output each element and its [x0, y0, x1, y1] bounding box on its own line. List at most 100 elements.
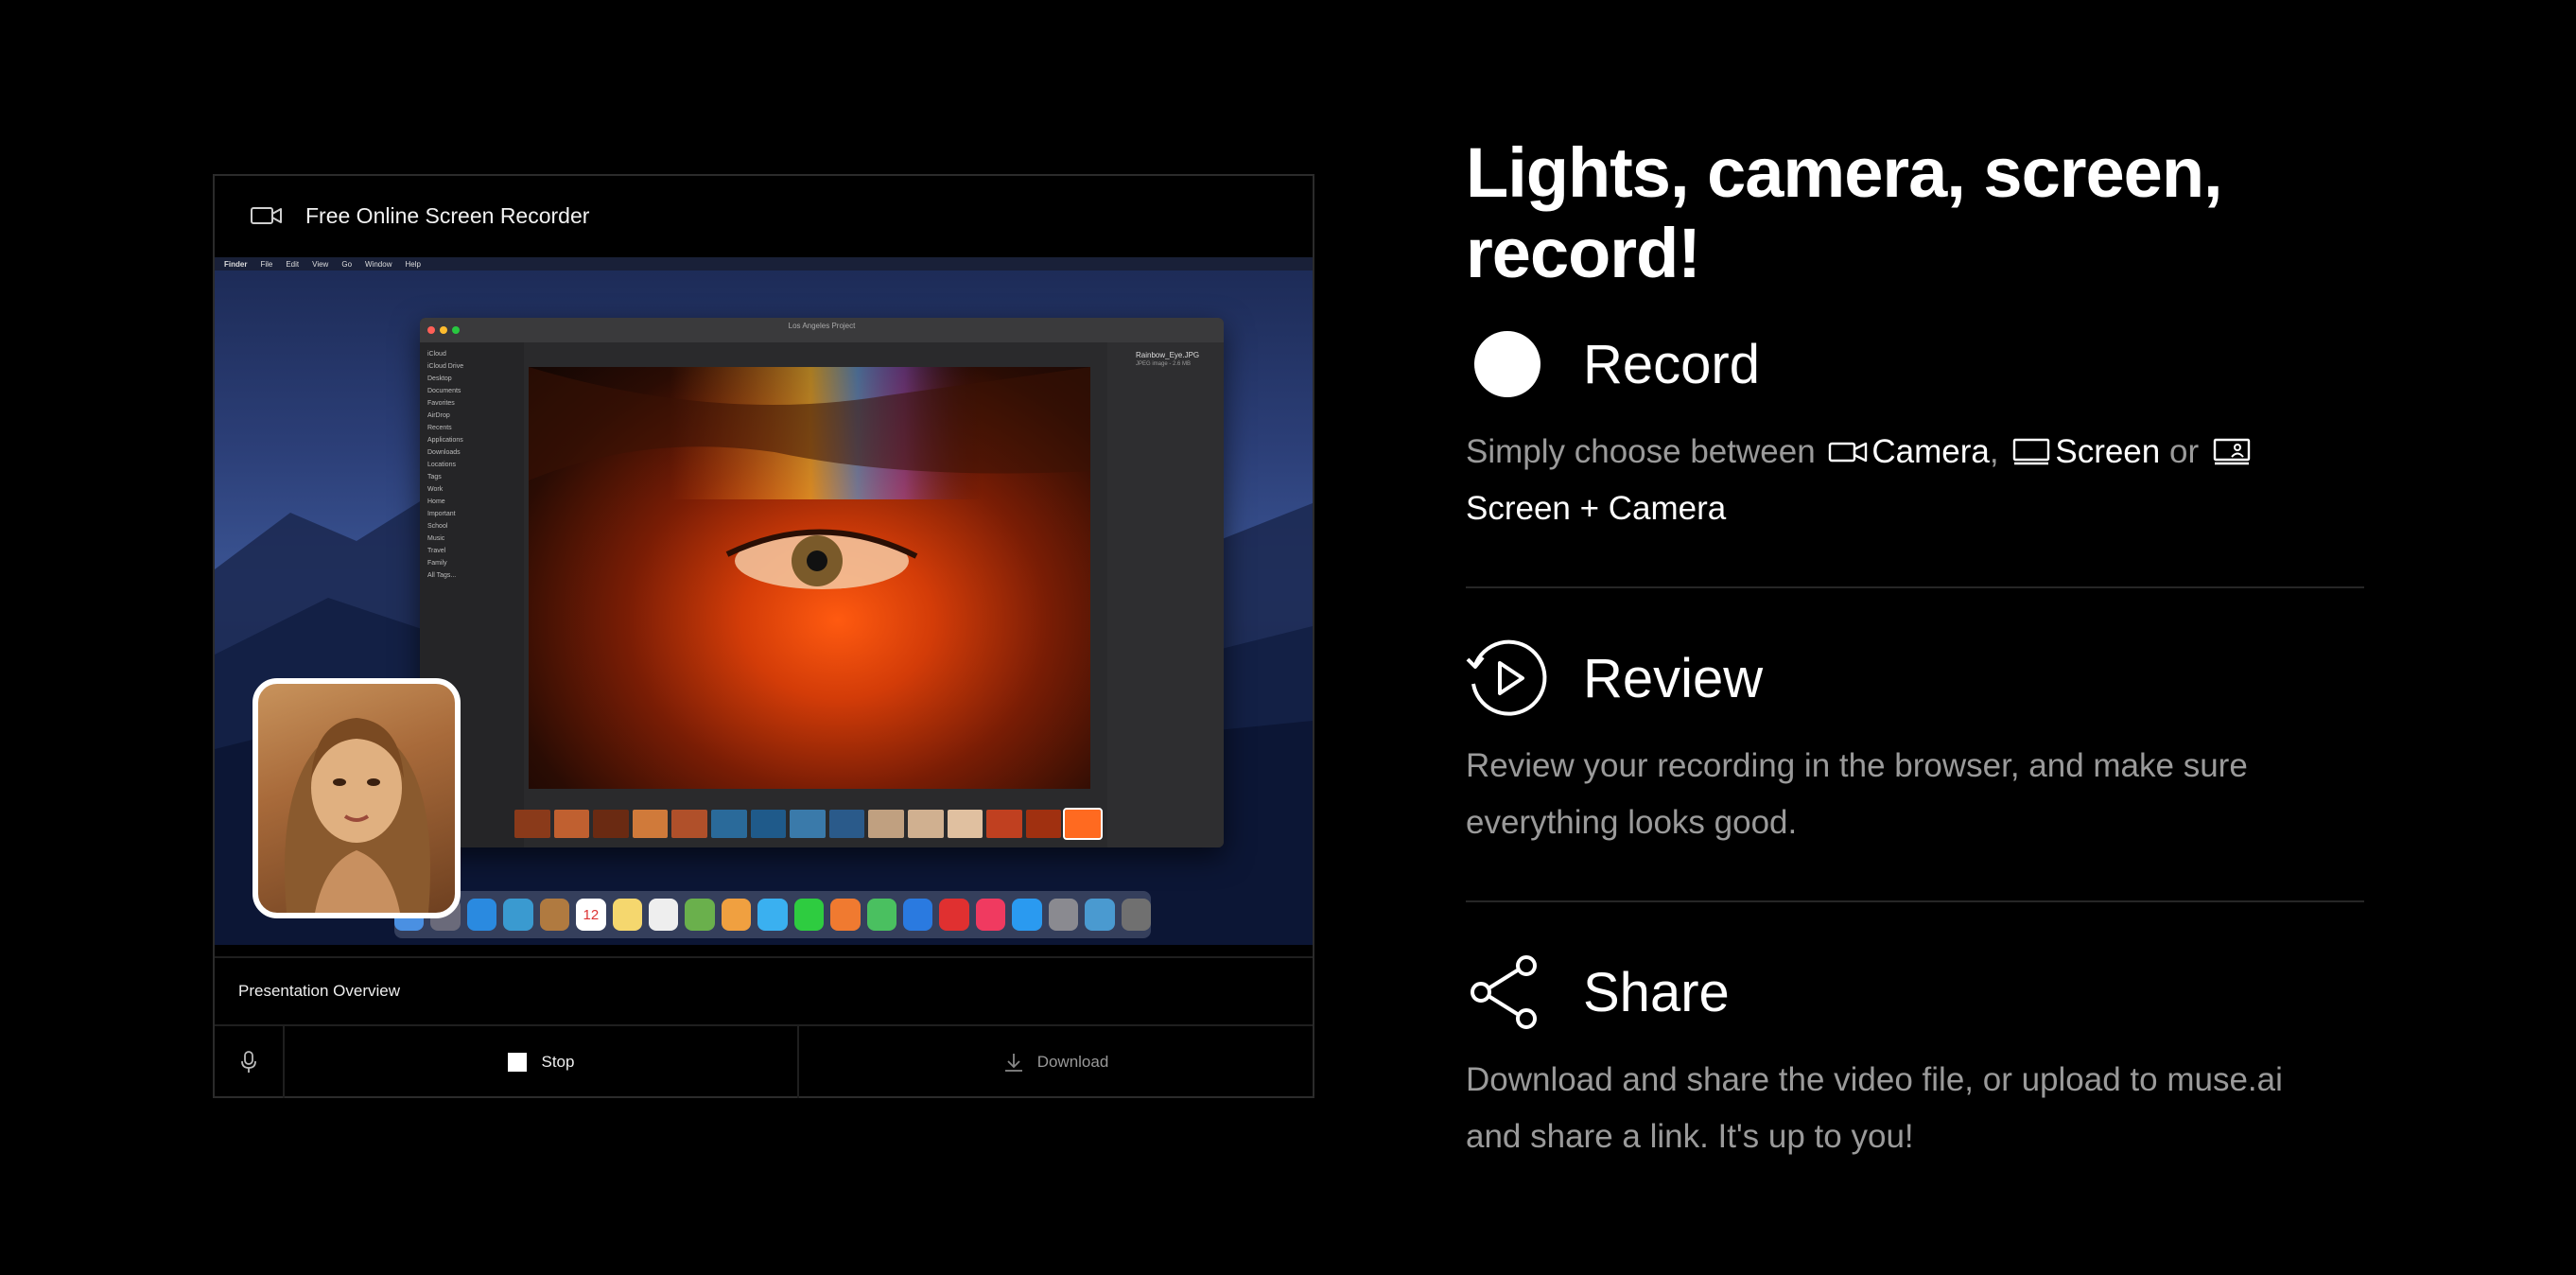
dock-mail-icon[interactable] — [503, 899, 533, 931]
record-or: or — [2168, 433, 2200, 470]
sidebar-entry: Work — [427, 486, 444, 493]
sidebar-entry: iCloud Drive — [427, 363, 464, 370]
dock-messages-icon[interactable] — [757, 899, 788, 931]
stop-button[interactable]: Stop — [285, 1026, 799, 1098]
sidebar-entry: Locations — [427, 462, 456, 468]
menubar-item: Finder — [224, 259, 248, 269]
photo-thumbnail-strip — [514, 808, 1103, 840]
webcam-bubble[interactable] — [252, 678, 461, 918]
feature-record: Record Simply choose between Camera, Scr… — [1466, 322, 2364, 537]
sidebar-entry: Important — [427, 511, 456, 517]
feature-share-header: Share — [1466, 950, 2364, 1035]
stop-label: Stop — [541, 1053, 575, 1071]
thumbnail[interactable] — [907, 810, 944, 838]
download-label: Download — [1036, 1053, 1109, 1071]
sidebar-entry: Family — [427, 560, 447, 567]
download-button[interactable]: Download — [799, 1026, 1313, 1098]
dock-trash-icon[interactable] — [1121, 899, 1151, 931]
finder-titlebar: Los Angeles Project — [420, 318, 1224, 342]
thumbnail[interactable] — [1025, 810, 1062, 838]
record-dot-icon — [1474, 331, 1540, 397]
file-meta: JPEG image - 2.6 MB — [1136, 360, 1192, 367]
thumbnail[interactable] — [790, 810, 826, 838]
feature-review: Review Review your recording in the brow… — [1466, 636, 2364, 851]
sidebar-entry: Recents — [427, 425, 452, 431]
recording-title[interactable]: Presentation Overview — [238, 982, 400, 1001]
finder-photo-preview — [529, 367, 1090, 789]
stop-icon — [507, 1053, 527, 1072]
feature-review-title: Review — [1583, 647, 1764, 709]
sidebar-entry: Favorites — [427, 400, 455, 407]
camera-icon — [1829, 442, 1868, 462]
thumbnail-selected[interactable] — [1063, 808, 1103, 840]
thumbnail[interactable] — [868, 810, 904, 838]
thumbnail[interactable] — [593, 810, 629, 838]
video-camera-icon — [251, 207, 282, 224]
sidebar-entry: Travel — [427, 548, 446, 554]
menubar-item: Help — [405, 259, 421, 269]
dock-maps-icon[interactable] — [685, 899, 715, 931]
dock-numbers-icon[interactable] — [866, 899, 896, 931]
feature-share: Share Download and share the video file,… — [1466, 950, 2364, 1165]
webcam-person-image — [285, 718, 430, 913]
finder-window: Los Angeles Project iCloud iCloud Drive … — [420, 318, 1224, 847]
dock-folder-icon[interactable] — [1085, 899, 1115, 931]
recorder-header: Free Online Screen Recorder — [215, 176, 1313, 255]
thumbnail[interactable] — [986, 810, 1022, 838]
record-text-prefix: Simply choose between — [1466, 433, 1816, 470]
record-comma: , — [1989, 433, 1999, 470]
record-option-camera: Camera — [1871, 433, 1990, 470]
features-section: Lights, camera, screen, record! Record S… — [1466, 132, 2364, 1165]
feature-review-text: Review your recording in the browser, an… — [1466, 747, 2248, 841]
download-icon — [1004, 1054, 1022, 1072]
mac-dock: 12 — [394, 891, 1151, 938]
sidebar-entry: Downloads — [427, 449, 461, 456]
dock-calendar-icon[interactable]: 12 — [576, 899, 606, 931]
feature-share-text: Download and share the video file, or up… — [1466, 1061, 2283, 1155]
sidebar-entry: Documents — [427, 388, 461, 394]
dock-settings-icon[interactable] — [1048, 899, 1079, 931]
dock-safari-icon[interactable] — [466, 899, 497, 931]
dock-reminders-icon[interactable] — [649, 899, 679, 931]
screen-preview: Finder File Edit View Go Window Help Los… — [215, 257, 1313, 945]
finder-info-panel: Rainbow_Eye.JPG JPEG image - 2.6 MB — [1107, 342, 1224, 847]
recorder-panel: Free Online Screen Recorder Finder File … — [213, 174, 1314, 1098]
thumbnail[interactable] — [514, 810, 550, 838]
recording-title-bar[interactable]: Presentation Overview — [215, 956, 1313, 1026]
dock-pages-icon[interactable] — [830, 899, 861, 931]
sidebar-entry: Music — [427, 535, 445, 542]
mac-menubar: Finder File Edit View Go Window Help — [215, 257, 1313, 271]
dock-news-icon[interactable] — [939, 899, 969, 931]
page-headline: Lights, camera, screen, record! — [1466, 133, 2223, 292]
recorder-controls: Stop Download — [215, 1026, 1313, 1098]
dock-appstore-icon[interactable] — [1012, 899, 1042, 931]
thumbnail[interactable] — [553, 810, 590, 838]
thumbnail[interactable] — [750, 810, 787, 838]
recorder-title: Free Online Screen Recorder — [305, 202, 590, 228]
thumbnail[interactable] — [828, 810, 865, 838]
eye-photo — [529, 367, 1090, 589]
dock-notes-icon[interactable] — [612, 899, 643, 931]
dock-photos-icon[interactable] — [721, 899, 752, 931]
sidebar-entry: iCloud — [427, 351, 446, 358]
dock-music-icon[interactable] — [975, 899, 1006, 931]
menubar-item: View — [312, 259, 329, 269]
section-divider — [1466, 900, 2364, 902]
menubar-item: Edit — [286, 259, 300, 269]
microphone-button[interactable] — [215, 1026, 285, 1098]
sidebar-entry: AirDrop — [427, 412, 450, 419]
thumbnail[interactable] — [947, 810, 983, 838]
thumbnail[interactable] — [710, 810, 747, 838]
dock-facetime-icon[interactable] — [793, 899, 825, 931]
sidebar-entry: All Tags... — [427, 572, 457, 579]
dock-keynote-icon[interactable] — [902, 899, 933, 931]
thumbnail[interactable] — [671, 810, 707, 838]
sidebar-entry: School — [427, 523, 448, 530]
feature-share-title: Share — [1583, 961, 1730, 1023]
menubar-item: Window — [365, 259, 392, 269]
feature-record-header: Record — [1466, 322, 2364, 407]
thumbnail[interactable] — [632, 810, 669, 838]
dock-contacts-icon[interactable] — [539, 899, 570, 931]
section-divider — [1466, 586, 2364, 588]
menubar-item: File — [260, 259, 273, 269]
